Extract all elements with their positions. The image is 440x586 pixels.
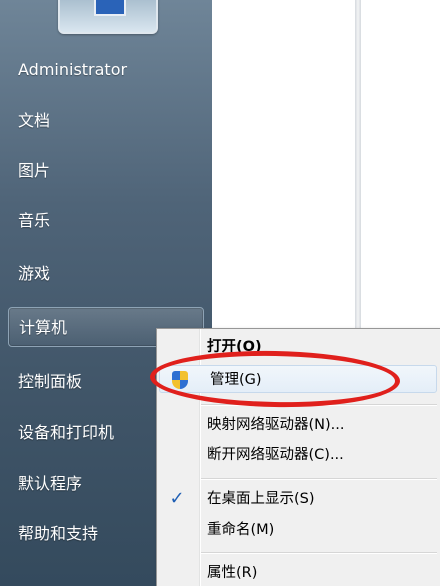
start-item-music[interactable]: 音乐	[8, 201, 204, 241]
menu-item-open[interactable]: 打开(O)	[157, 333, 440, 361]
menu-item-label: 重命名(M)	[207, 522, 275, 538]
menu-separator	[201, 404, 437, 406]
menu-item-show-on-desktop[interactable]: ✓ 在桌面上显示(S)	[157, 485, 440, 513]
menu-item-properties[interactable]: 属性(R)	[157, 559, 440, 586]
start-item-documents[interactable]: 文档	[8, 101, 204, 141]
checkmark-icon: ✓	[169, 488, 185, 509]
menu-item-map-network-drive[interactable]: 映射网络驱动器(N)...	[157, 411, 440, 439]
start-item-pictures[interactable]: 图片	[8, 151, 204, 191]
menu-item-manage[interactable]: 管理(G)	[159, 365, 437, 393]
menu-item-label: 映射网络驱动器(N)...	[207, 417, 345, 433]
start-item-games[interactable]: 游戏	[8, 254, 204, 294]
menu-item-label: 属性(R)	[207, 565, 258, 581]
menu-separator	[201, 552, 437, 554]
start-item-administrator[interactable]: Administrator	[8, 50, 204, 90]
menu-item-label: 断开网络驱动器(C)...	[207, 447, 344, 463]
menu-item-label: 打开(O)	[207, 339, 262, 355]
menu-item-label: 在桌面上显示(S)	[207, 491, 315, 507]
context-menu: 打开(O) 管理(G) 映射网络驱动器(N)... 断开网络驱动器(C)... …	[156, 328, 440, 586]
menu-item-disconnect-network-drive[interactable]: 断开网络驱动器(C)...	[157, 441, 440, 469]
menu-item-label: 管理(G)	[210, 372, 262, 388]
user-picture-icon[interactable]	[58, 0, 158, 34]
menu-item-rename[interactable]: 重命名(M)	[157, 516, 440, 544]
menu-separator	[201, 478, 437, 480]
uac-shield-icon	[170, 370, 190, 390]
